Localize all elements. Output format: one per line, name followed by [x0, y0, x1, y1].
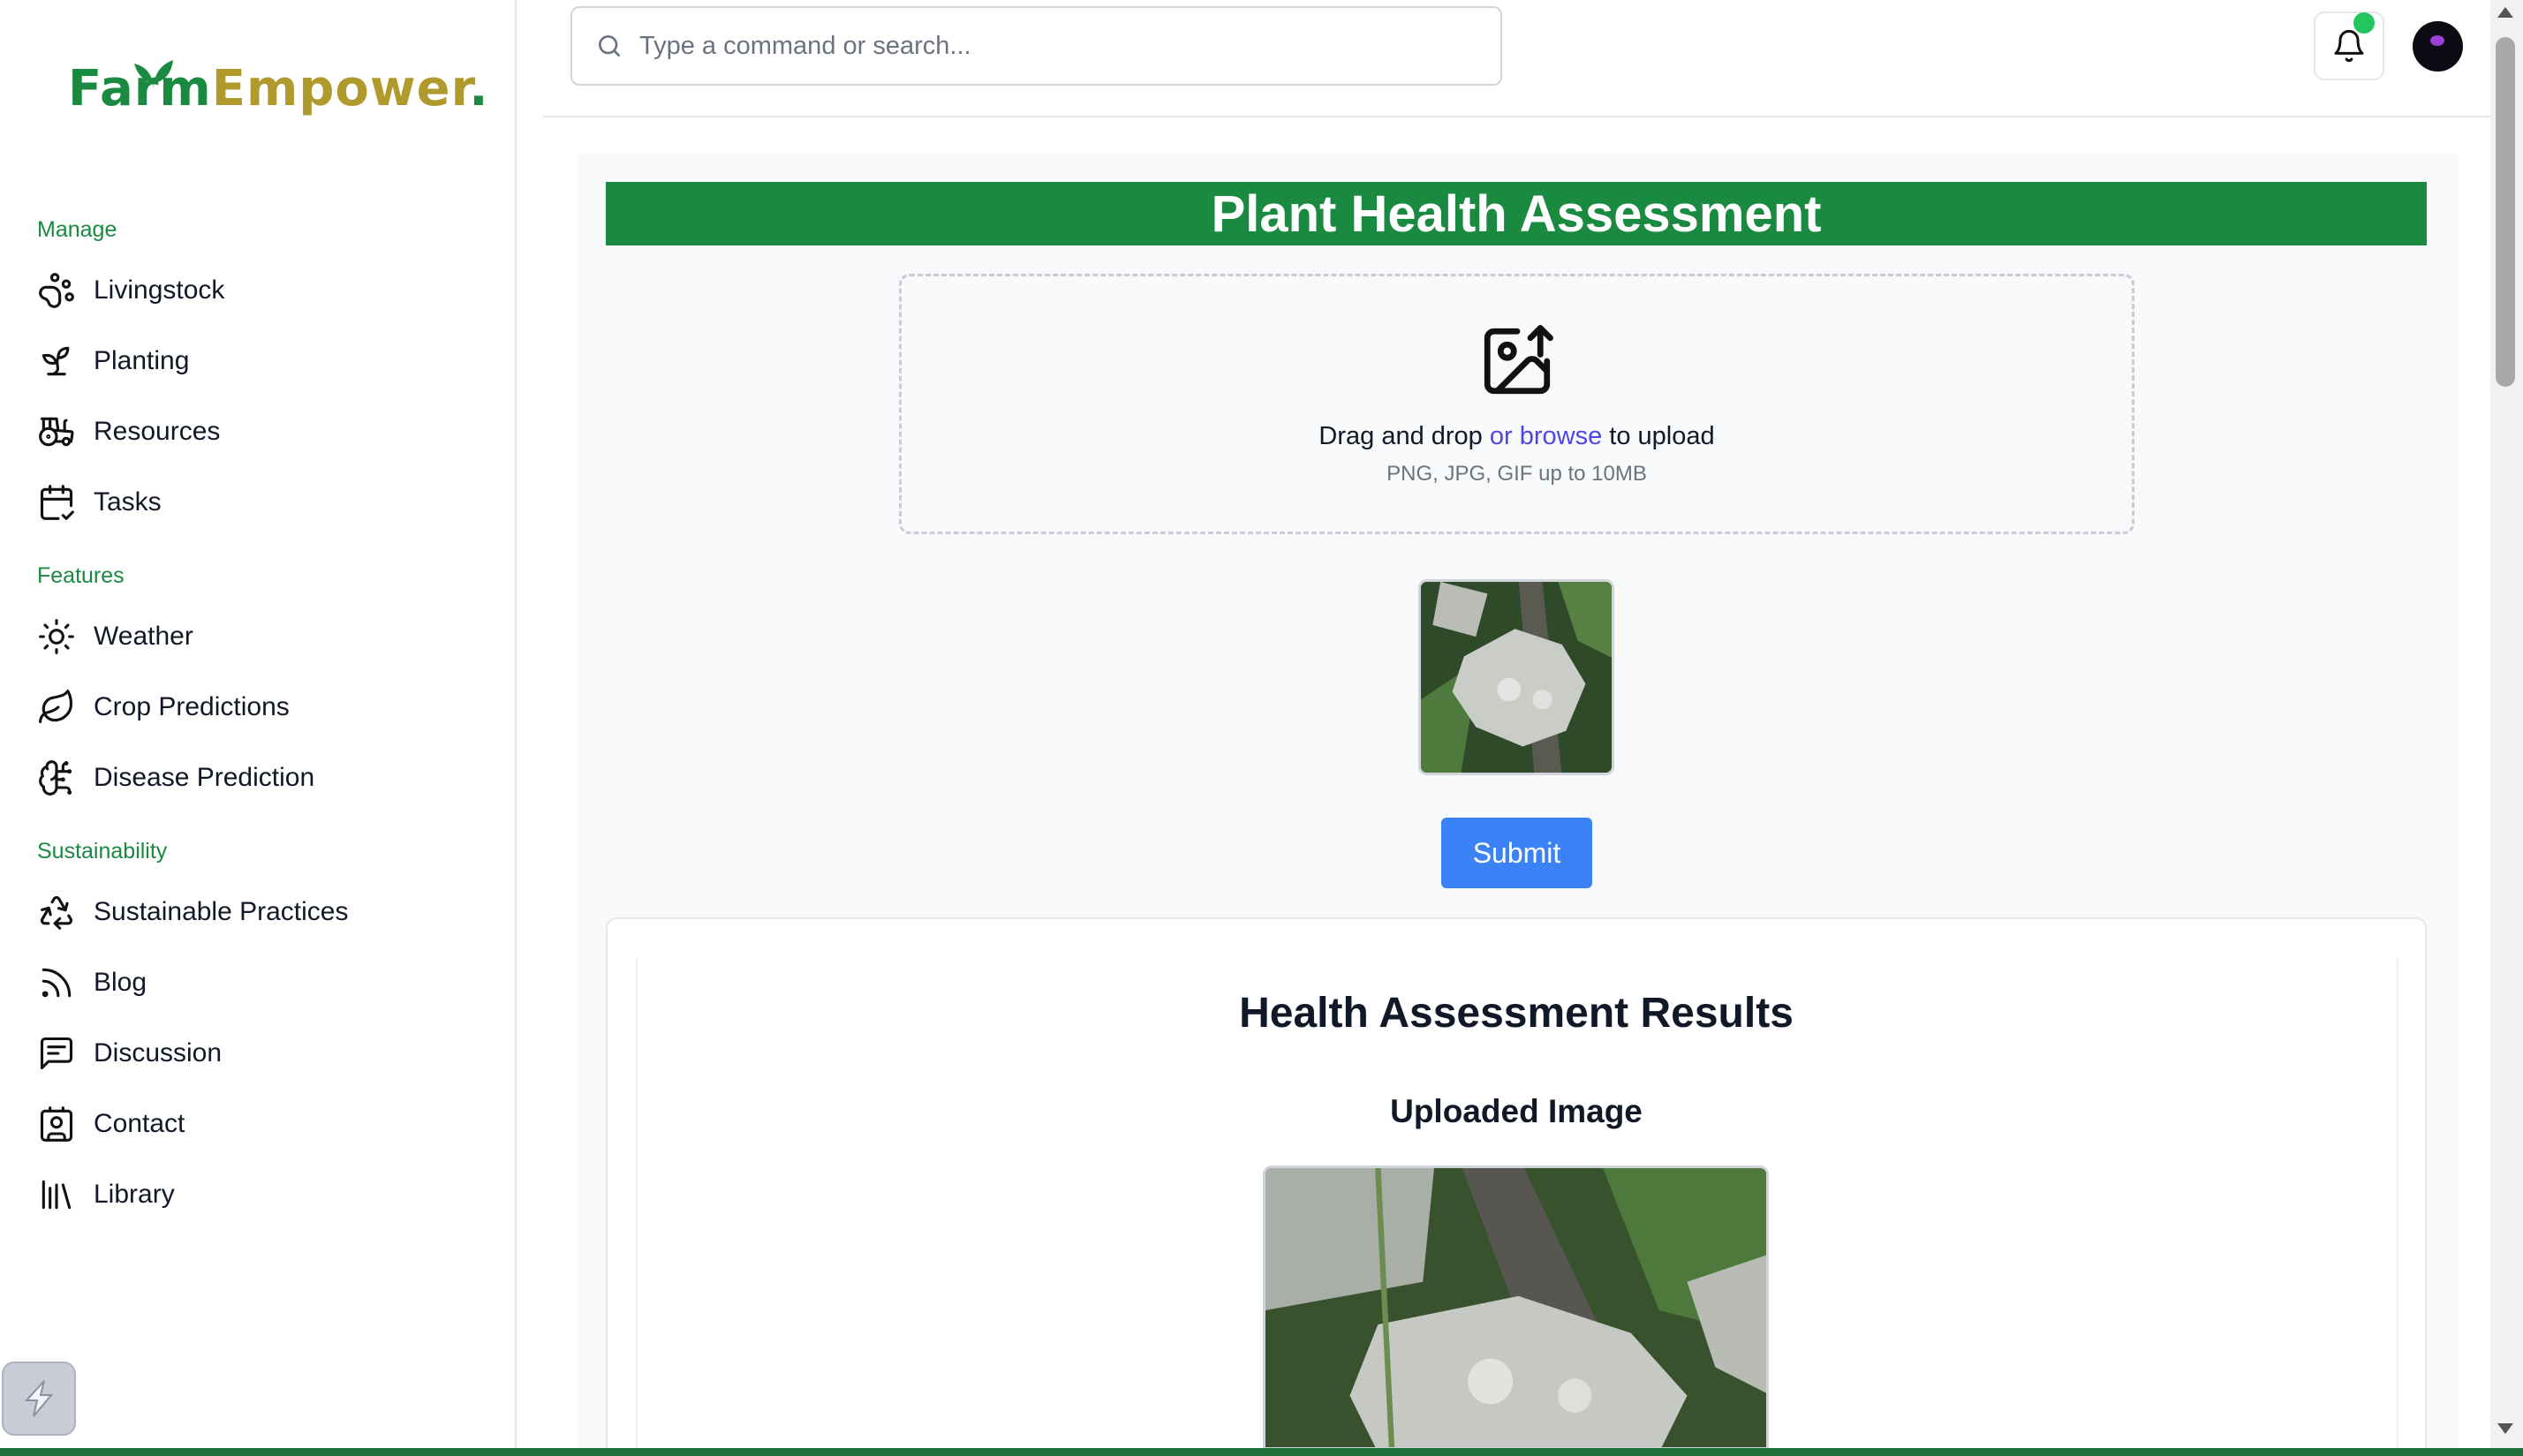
sidebar: FarmEmpower. Manage Livingstock Planting — [0, 0, 517, 1456]
sidebar-item-contact[interactable]: Contact — [37, 1098, 479, 1150]
sidebar-item-weather[interactable]: Weather — [37, 610, 479, 663]
image-preview-thumbnail — [1418, 579, 1614, 775]
message-square-icon — [40, 1037, 73, 1070]
upload-dropzone[interactable] — [899, 274, 2134, 534]
sprout-icon — [42, 346, 70, 376]
leaf-icon — [39, 690, 73, 724]
sidebar-item-planting[interactable]: Planting — [37, 335, 479, 388]
bolt-icon — [24, 1380, 54, 1417]
brand-dot: . — [469, 60, 489, 117]
sidebar-item-label: Disease Prediction — [94, 763, 315, 792]
scroll-up-arrow-icon[interactable] — [2497, 7, 2513, 18]
sidebar-item-sustainable-practices[interactable]: Sustainable Practices — [37, 886, 479, 939]
tractor-icon — [39, 417, 74, 447]
sidebar-item-label: Sustainable Practices — [94, 897, 349, 926]
sidebar-item-label: Library — [94, 1180, 175, 1209]
sidebar-item-label: Discussion — [94, 1038, 223, 1067]
sidebar-item-label: Livingstock — [94, 275, 225, 305]
sidebar-item-label: Weather — [94, 622, 193, 651]
upload-file-hint: PNG, JPG, GIF up to 10MB — [1386, 462, 1647, 486]
sidebar-item-label: Crop Predictions — [94, 692, 290, 721]
user-avatar[interactable] — [2413, 21, 2463, 72]
sidebar-item-label: Contact — [94, 1109, 185, 1138]
section-label-sustainability: Sustainability — [37, 839, 168, 864]
search-input[interactable] — [639, 31, 1434, 61]
command-search-bar[interactable] — [570, 6, 1502, 86]
app-root: FarmEmpower. Manage Livingstock Planting — [0, 0, 2523, 1456]
section-label-features: Features — [37, 563, 125, 588]
sidebar-item-crop-predictions[interactable]: Crop Predictions — [37, 681, 479, 734]
sun-icon — [39, 619, 74, 654]
library-icon — [42, 1180, 72, 1210]
sidebar-item-livingstock[interactable]: Livingstock — [37, 264, 479, 317]
sidebar-item-label: Resources — [94, 417, 221, 446]
sidebar-item-tasks[interactable]: Tasks — [37, 476, 479, 529]
upload-text-before: Drag and drop — [1318, 422, 1490, 450]
sidebar-item-library[interactable]: Library — [37, 1168, 479, 1221]
uploaded-image-heading: Uploaded Image — [1390, 1093, 1643, 1129]
search-icon — [599, 35, 620, 57]
scroll-down-arrow-icon[interactable] — [2497, 1423, 2513, 1434]
uploaded-image-display — [1263, 1166, 1769, 1450]
bottom-accent-bar — [0, 1448, 2523, 1456]
sidebar-item-resources[interactable]: Resources — [37, 405, 479, 458]
upload-text-after: to upload — [1602, 422, 1715, 450]
quick-action-button[interactable] — [2, 1362, 76, 1436]
section-label-manage: Manage — [37, 217, 117, 242]
scrollbar-thumb[interactable] — [2496, 37, 2515, 387]
sidebar-item-label: Tasks — [94, 487, 162, 517]
paw-icon — [39, 273, 74, 308]
contact-icon — [40, 1106, 73, 1142]
upload-instructions: Drag and drop or browse to upload — [899, 422, 2134, 451]
header-divider — [543, 116, 2490, 117]
image-upload-icon — [1484, 325, 1553, 395]
logo-leaf-icon — [134, 60, 173, 90]
calendar-check-icon — [40, 485, 74, 520]
brand-part-empower: Empower — [211, 60, 470, 117]
sidebar-item-discussion[interactable]: Discussion — [37, 1027, 479, 1080]
brain-icon — [39, 760, 72, 796]
recycle-icon — [40, 895, 73, 930]
sidebar-item-label: Blog — [94, 968, 147, 997]
page-title: Plant Health Assessment — [606, 182, 2427, 245]
notification-indicator — [2353, 12, 2375, 34]
browse-link[interactable]: or browse — [1490, 422, 1602, 450]
sidebar-item-label: Planting — [94, 346, 190, 375]
sidebar-item-blog[interactable]: Blog — [37, 956, 479, 1009]
submit-button[interactable]: Submit — [1441, 818, 1592, 888]
results-title: Health Assessment Results — [1239, 990, 1794, 1037]
rss-icon — [42, 968, 72, 998]
bell-icon — [2334, 29, 2364, 63]
sidebar-item-disease-prediction[interactable]: Disease Prediction — [37, 751, 479, 804]
